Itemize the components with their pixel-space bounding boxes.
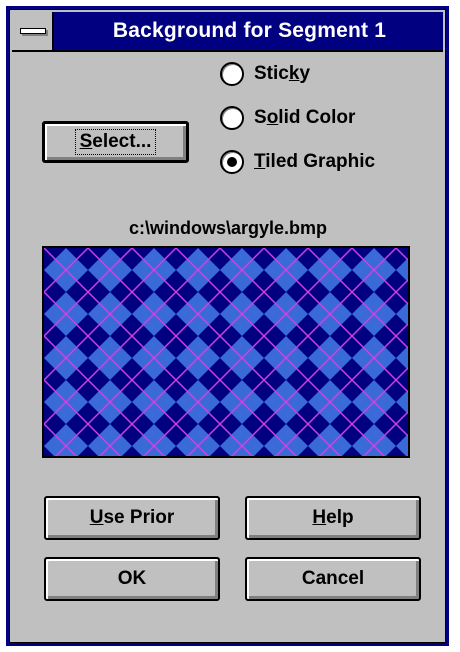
radio-solid-color[interactable]: Solid Color	[220, 103, 355, 133]
radio-selected-icon[interactable]	[220, 150, 244, 174]
radio-sticky-label: Sticky	[254, 63, 311, 84]
dialog-title: Background for Segment 1	[112, 19, 387, 42]
ok-label: OK	[117, 568, 147, 589]
background-preview	[42, 246, 410, 458]
cancel-label: Cancel	[301, 568, 365, 589]
select-button[interactable]: Select...	[42, 121, 189, 163]
argyle-pattern-image	[44, 248, 408, 456]
radio-solid-color-label: Solid Color	[254, 107, 356, 128]
radio-circle-icon[interactable]	[220, 106, 244, 130]
help-button[interactable]: Help	[245, 496, 421, 540]
ok-button[interactable]: OK	[44, 557, 220, 601]
radio-sticky[interactable]: Sticky	[220, 59, 310, 89]
use-prior-button[interactable]: Use Prior	[44, 496, 220, 540]
system-menu-icon[interactable]	[12, 12, 54, 50]
file-path-label: c:\windows\argyle.bmp	[128, 218, 328, 238]
cancel-button[interactable]: Cancel	[245, 557, 421, 601]
title-bar[interactable]: Background for Segment 1	[12, 12, 443, 52]
radio-tiled-graphic-label: Tiled Graphic	[254, 151, 376, 172]
radio-circle-icon[interactable]	[220, 62, 244, 86]
radio-tiled-graphic[interactable]: Tiled Graphic	[220, 147, 375, 177]
select-button-label: Select...	[74, 129, 157, 155]
help-label: Help	[312, 507, 354, 528]
use-prior-label: Use Prior	[89, 507, 175, 528]
